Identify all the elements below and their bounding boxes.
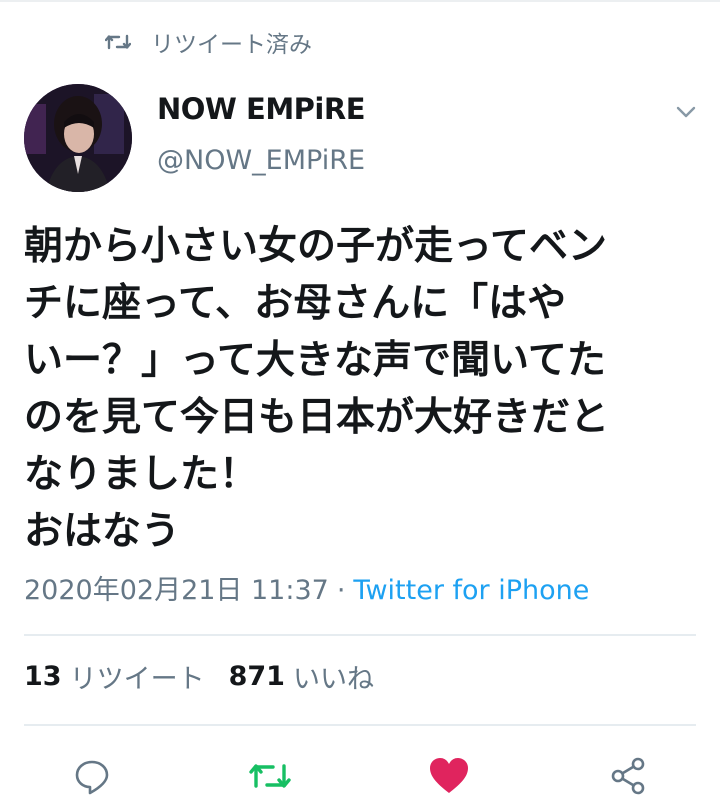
author-display-name[interactable]: NOW EMPiRE [157, 92, 366, 126]
reply-icon [75, 760, 109, 795]
retweet-icon [249, 764, 291, 788]
author-handle[interactable]: @NOW_EMPiRE [157, 145, 365, 176]
retweet-icon [105, 29, 131, 55]
retweets-count: 13 [24, 661, 62, 692]
like-button[interactable] [427, 754, 471, 798]
divider [24, 724, 696, 726]
divider [24, 634, 696, 636]
tweet-stats: 13 リツイート 871 いいね [24, 657, 398, 696]
retweeted-label: リツイート済み [151, 32, 312, 58]
chevron-down-icon[interactable] [674, 100, 698, 124]
tweet-meta: 2020年02月21日 11:37 · Twitter for iPhone [24, 568, 589, 607]
reply-button[interactable] [70, 754, 114, 798]
likes-count: 871 [228, 661, 285, 692]
top-divider [0, 0, 720, 2]
tweet-timestamp[interactable]: 2020年02月21日 11:37 [24, 575, 329, 606]
heart-icon [430, 758, 468, 793]
likes-label: いいね [292, 664, 374, 695]
share-icon [611, 757, 645, 795]
retweets-stat[interactable]: 13 リツイート [24, 657, 205, 696]
share-button[interactable] [606, 754, 650, 798]
tweet-source-link[interactable]: Twitter for iPhone [353, 575, 589, 606]
tweet-text: 朝から小さい女の子が走ってベン チに座って、お母さんに「はや いー？」って大きな… [24, 224, 610, 554]
retweet-button[interactable] [248, 754, 292, 798]
meta-separator: · [336, 575, 346, 606]
retweets-label: リツイート [69, 664, 205, 695]
tweet-actions [0, 748, 720, 804]
retweeted-indicator: リツイート済み [105, 26, 312, 58]
avatar[interactable] [24, 84, 132, 192]
likes-stat[interactable]: 871 いいね [229, 657, 374, 696]
